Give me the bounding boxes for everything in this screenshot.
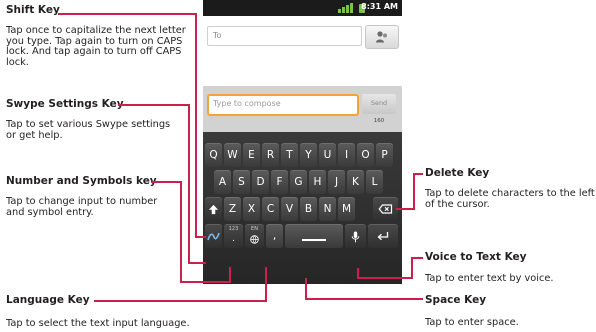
recipient-input[interactable]: To: [207, 26, 362, 46]
key-f[interactable]: F: [271, 170, 288, 194]
swype-settings-key[interactable]: [205, 224, 222, 248]
delete-key-description: Tap to delete characters to the left of …: [425, 188, 595, 210]
key-q[interactable]: Q: [205, 143, 222, 167]
microphone-icon: [351, 231, 360, 243]
language-key[interactable]: EN: [245, 224, 264, 248]
key-r[interactable]: R: [262, 143, 279, 167]
compose-area: Type to compose Send 160: [203, 86, 402, 132]
add-contact-button[interactable]: [365, 25, 399, 49]
character-counter: 160: [373, 118, 385, 124]
key-a[interactable]: A: [214, 170, 231, 194]
key-g[interactable]: G: [290, 170, 307, 194]
space-key-callout: Space Key Tap to enter space.: [425, 294, 575, 329]
key-p[interactable]: P: [376, 143, 393, 167]
space-bar-mark: [302, 239, 326, 241]
contact-add-icon: [375, 31, 387, 43]
key-l[interactable]: L: [366, 170, 383, 194]
language-key-label: EN: [251, 226, 258, 232]
shift-key-title: Shift Key: [6, 4, 60, 16]
key-s[interactable]: S: [233, 170, 250, 194]
send-button[interactable]: Send: [362, 94, 396, 114]
key-o[interactable]: O: [357, 143, 374, 167]
swype-settings-key-description: Tap to set various Swype settings or get…: [6, 119, 171, 141]
key-x[interactable]: X: [243, 197, 260, 221]
number-symbols-key[interactable]: 123 .: [224, 224, 243, 248]
key-j[interactable]: J: [328, 170, 345, 194]
send-label: Send: [370, 99, 388, 107]
language-key-description: Tap to select the text input language.: [6, 318, 190, 329]
key-c[interactable]: C: [262, 197, 279, 221]
recipient-placeholder: To: [213, 31, 222, 40]
compose-placeholder: Type to compose: [213, 99, 281, 108]
key-u[interactable]: U: [319, 143, 336, 167]
status-time: 8:31 AM: [361, 2, 398, 11]
status-bar: 8:31 AM: [203, 0, 402, 16]
comma-key[interactable]: ,: [266, 224, 283, 248]
shift-key[interactable]: [205, 197, 222, 221]
delete-key-callout: Delete Key Tap to delete characters to t…: [425, 167, 595, 210]
space-key[interactable]: [285, 224, 343, 248]
globe-icon: [250, 235, 259, 244]
key-b[interactable]: B: [300, 197, 317, 221]
voice-to-text-key[interactable]: [345, 224, 366, 248]
delete-backspace-icon: [378, 204, 393, 214]
phone-screen: 8:31 AM To Type to compose Send 160 Q W …: [203, 0, 402, 284]
key-i[interactable]: I: [338, 143, 355, 167]
delete-key[interactable]: [373, 197, 398, 221]
key-t[interactable]: T: [281, 143, 298, 167]
key-y[interactable]: Y: [300, 143, 317, 167]
key-v[interactable]: V: [281, 197, 298, 221]
key-e[interactable]: E: [243, 143, 260, 167]
space-key-title: Space Key: [425, 294, 487, 306]
voice-to-text-key-description: Tap to enter text by voice.: [425, 273, 554, 284]
number-key-label: 123: [228, 226, 239, 232]
voice-to-text-key-callout: Voice to Text Key Tap to enter text by v…: [425, 251, 585, 285]
key-z[interactable]: Z: [224, 197, 241, 221]
swype-keyboard: Q W E R T Y U I O P A S D F G H J K L Z …: [203, 132, 402, 284]
space-key-description: Tap to enter space.: [425, 317, 519, 328]
shift-arrow-icon: [208, 204, 219, 215]
voice-to-text-key-title: Voice to Text Key: [425, 251, 527, 263]
enter-return-icon: [377, 232, 389, 241]
shift-key-description: Tap once to capitalize the next letter y…: [6, 25, 186, 68]
delete-key-title: Delete Key: [425, 167, 490, 179]
recipient-area: To: [203, 16, 402, 86]
key-n[interactable]: N: [319, 197, 336, 221]
key-k[interactable]: K: [347, 170, 364, 194]
key-m[interactable]: M: [338, 197, 355, 221]
key-w[interactable]: W: [224, 143, 241, 167]
key-d[interactable]: D: [252, 170, 269, 194]
key-h[interactable]: H: [309, 170, 326, 194]
period-key-label: .: [232, 234, 235, 244]
number-symbols-key-description: Tap to change input to number and symbol…: [6, 196, 158, 218]
enter-key[interactable]: [368, 224, 398, 248]
swype-logo-icon: [207, 232, 220, 241]
compose-input[interactable]: Type to compose: [207, 94, 359, 116]
